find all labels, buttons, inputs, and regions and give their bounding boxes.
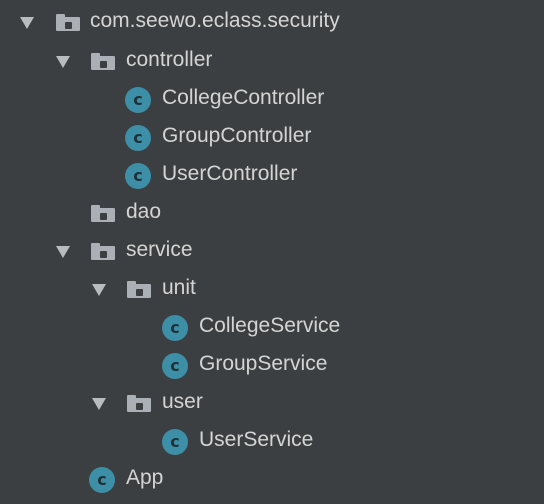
- folder-icon: [127, 395, 151, 412]
- tree-node-label: service: [126, 238, 193, 261]
- tree-node-user-controller[interactable]: c UserController: [0, 156, 544, 194]
- tree-node-unit[interactable]: unit: [0, 270, 544, 308]
- tree-node-label: UserController: [162, 162, 298, 185]
- project-tree: com.seewo.eclass.security controller c C…: [0, 0, 544, 504]
- package-folder-icon: [56, 14, 80, 31]
- tree-node-root-package[interactable]: com.seewo.eclass.security: [0, 3, 544, 41]
- tree-node-label: UserService: [199, 428, 314, 451]
- tree-node-label: user: [162, 390, 203, 413]
- tree-node-user[interactable]: user: [0, 384, 544, 422]
- folder-icon: [91, 53, 115, 70]
- tree-node-service[interactable]: service: [0, 232, 544, 270]
- folder-icon: [91, 243, 115, 260]
- class-icon: c: [89, 467, 115, 493]
- expand-arrow-icon[interactable]: [92, 284, 106, 296]
- tree-node-label: com.seewo.eclass.security: [90, 9, 340, 32]
- class-icon: c: [125, 163, 151, 189]
- tree-node-app[interactable]: c App: [0, 460, 544, 498]
- class-icon: c: [125, 87, 151, 113]
- tree-node-label: dao: [126, 200, 162, 223]
- class-icon: c: [162, 315, 188, 341]
- expand-arrow-icon[interactable]: [56, 56, 70, 68]
- expand-arrow-icon[interactable]: [56, 246, 70, 258]
- tree-node-label: CollegeController: [162, 86, 325, 109]
- tree-node-label: GroupController: [162, 124, 312, 147]
- tree-node-user-service[interactable]: c UserService: [0, 422, 544, 460]
- class-icon: c: [162, 429, 188, 455]
- class-icon: c: [125, 125, 151, 151]
- tree-node-group-service[interactable]: c GroupService: [0, 346, 544, 384]
- expand-arrow-icon[interactable]: [20, 17, 34, 29]
- tree-node-label: CollegeService: [199, 314, 341, 337]
- tree-node-dao[interactable]: dao: [0, 194, 544, 232]
- tree-node-group-controller[interactable]: c GroupController: [0, 118, 544, 156]
- folder-icon: [127, 281, 151, 298]
- tree-node-label: GroupService: [199, 352, 328, 375]
- tree-node-label: App: [126, 466, 164, 489]
- tree-node-label: unit: [162, 276, 196, 299]
- tree-node-college-controller[interactable]: c CollegeController: [0, 80, 544, 118]
- tree-node-label: controller: [126, 48, 213, 71]
- class-icon: c: [162, 353, 188, 379]
- tree-node-college-service[interactable]: c CollegeService: [0, 308, 544, 346]
- expand-arrow-icon[interactable]: [92, 398, 106, 410]
- tree-node-controller[interactable]: controller: [0, 42, 544, 80]
- folder-icon: [91, 205, 115, 222]
